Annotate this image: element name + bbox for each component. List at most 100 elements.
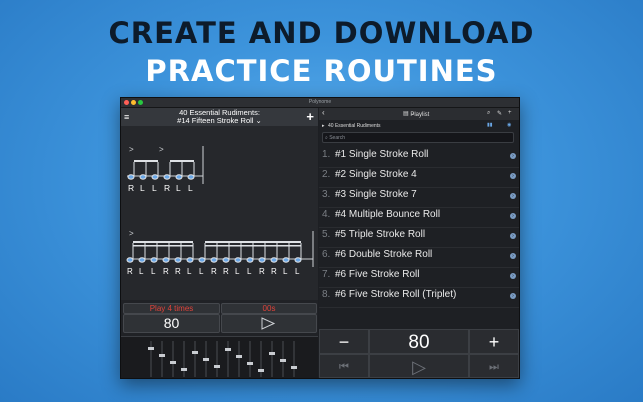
list-item[interactable]: 3. #3 Single Stroke 7 ›	[319, 187, 519, 208]
beam	[170, 160, 194, 162]
tempo-value-display[interactable]: 80	[369, 329, 469, 354]
back-icon[interactable]: ‹	[322, 108, 325, 117]
next-button[interactable]: ⏭	[469, 354, 519, 378]
banner-line-1: CREATE AND DOWNLOAD	[108, 16, 535, 50]
window-titlebar: Polynome	[121, 98, 519, 108]
note-head	[294, 257, 302, 263]
list-item[interactable]: 1. #1 Single Stroke Roll ›	[319, 147, 519, 168]
fader-knob[interactable]	[225, 348, 231, 351]
app-window: Polynome ≡ 40 Essential Rudiments: #14 F…	[120, 97, 520, 379]
search-icon[interactable]: ⌕	[487, 110, 490, 117]
playlist-view-selector[interactable]: ▤ Playlist ⌄	[403, 110, 429, 118]
fader-knob[interactable]	[291, 366, 297, 369]
note-head	[151, 174, 159, 180]
tempo-decrease-button[interactable]: −	[319, 329, 369, 354]
beam	[205, 245, 301, 247]
item-number: 1.	[322, 149, 331, 160]
item-number: 5.	[322, 229, 331, 240]
fader-knob[interactable]	[247, 362, 253, 365]
info-icon[interactable]: ›	[510, 213, 516, 219]
menu-icon[interactable]: ≡	[124, 112, 129, 122]
fader-knob[interactable]	[159, 354, 165, 357]
transport-controls: − 80 + ⏮ ▷ ⏭	[319, 329, 519, 378]
sticking-label: R	[128, 183, 134, 193]
search-input[interactable]: ⌕ Search	[322, 132, 514, 143]
sticking-label: L	[283, 267, 288, 276]
info-icon[interactable]: ›	[510, 173, 516, 179]
item-name: #3 Single Stroke 7	[335, 189, 417, 200]
note-head	[246, 257, 254, 263]
item-name: #1 Single Stroke Roll	[335, 149, 429, 160]
sticking-label: R	[211, 267, 217, 276]
repeat-count-label: Play 4 times	[149, 304, 194, 313]
item-name: #6 Double Stroke Roll	[335, 249, 433, 260]
banner-line-2: PRACTICE ROUTINES	[145, 54, 498, 88]
info-icon[interactable]: ›	[510, 233, 516, 239]
sticking-label: R	[164, 183, 170, 193]
beam	[133, 241, 193, 243]
sticking-label: R	[163, 267, 169, 276]
fader-knob[interactable]	[269, 352, 275, 355]
note-head	[258, 257, 266, 263]
note-head	[138, 257, 146, 263]
sticking-label: L	[139, 267, 144, 276]
notation-view: > > RLLRLL > RLLRRLLRRLLRRLL	[121, 126, 318, 300]
note-head	[175, 174, 183, 180]
item-number: 4.	[322, 209, 331, 220]
sticking-label: R	[175, 267, 181, 276]
info-icon[interactable]: ›	[510, 293, 516, 299]
sticking-label: R	[271, 267, 277, 276]
list-item[interactable]: 5. #5 Triple Stroke Roll ›	[319, 227, 519, 248]
add-icon[interactable]: +	[508, 110, 512, 116]
chevron-down-icon: ⌄	[255, 116, 262, 125]
routine-header: ≡ 40 Essential Rudiments: #14 Fifteen St…	[121, 108, 318, 126]
play-button[interactable]	[221, 314, 317, 333]
sticking-label: L	[152, 183, 157, 193]
sticking-label: L	[140, 183, 145, 193]
mixer-panel	[121, 336, 318, 379]
item-name: #5 Triple Stroke Roll	[335, 229, 426, 240]
item-number: 6.	[322, 249, 331, 260]
list-item[interactable]: 7. #6 Five Stroke Roll ›	[319, 267, 519, 288]
note-head	[150, 257, 158, 263]
edit-icon[interactable]: ✎	[497, 110, 502, 117]
list-item[interactable]: 6. #6 Double Stroke Roll ›	[319, 247, 519, 268]
window-title: Polynome	[308, 99, 332, 105]
play-button[interactable]: ▷	[369, 354, 469, 378]
fader-knob[interactable]	[170, 361, 176, 364]
item-name: #2 Single Stroke 4	[335, 169, 417, 180]
fader-knob[interactable]	[203, 358, 209, 361]
list-item[interactable]: 4. #4 Multiple Bounce Roll ›	[319, 207, 519, 228]
note-head	[222, 257, 230, 263]
fader-knob[interactable]	[214, 365, 220, 368]
fader-knob[interactable]	[280, 359, 286, 362]
tempo-display[interactable]: 80	[123, 314, 220, 333]
info-icon[interactable]: ›	[510, 153, 516, 159]
fader-knob[interactable]	[181, 368, 187, 371]
fader-knob[interactable]	[148, 347, 154, 350]
tempo-increase-button[interactable]: +	[469, 329, 519, 354]
sticking-label: L	[187, 267, 192, 276]
playlist-label: Playlist	[410, 112, 430, 118]
chart-icon[interactable]: ▮▮	[487, 122, 493, 128]
eye-icon[interactable]: ◉	[507, 122, 511, 128]
timer-field[interactable]: 00s	[221, 303, 317, 314]
timer-label: 00s	[262, 304, 276, 313]
list-item[interactable]: 8. #6 Five Stroke Roll (Triplet) ›	[319, 287, 519, 308]
repeat-count-field[interactable]: Play 4 times	[123, 303, 220, 314]
add-icon[interactable]: +	[306, 109, 314, 124]
fader-knob[interactable]	[192, 351, 198, 354]
note-head	[198, 257, 206, 263]
info-icon[interactable]: ›	[510, 193, 516, 199]
info-icon[interactable]: ›	[510, 273, 516, 279]
mixer-faders[interactable]	[121, 337, 318, 379]
beam	[205, 241, 301, 243]
info-icon[interactable]: ›	[510, 253, 516, 259]
fader-knob[interactable]	[236, 355, 242, 358]
routine-title[interactable]: 40 Essential Rudiments: #14 Fifteen Stro…	[141, 109, 298, 125]
play-icon	[261, 317, 276, 330]
fader-knob[interactable]	[258, 369, 264, 372]
list-item[interactable]: 2. #2 Single Stroke 4 ›	[319, 167, 519, 188]
routine-title-line-2: #14 Fifteen Stroke Roll	[177, 116, 254, 125]
previous-button[interactable]: ⏮	[319, 354, 369, 378]
